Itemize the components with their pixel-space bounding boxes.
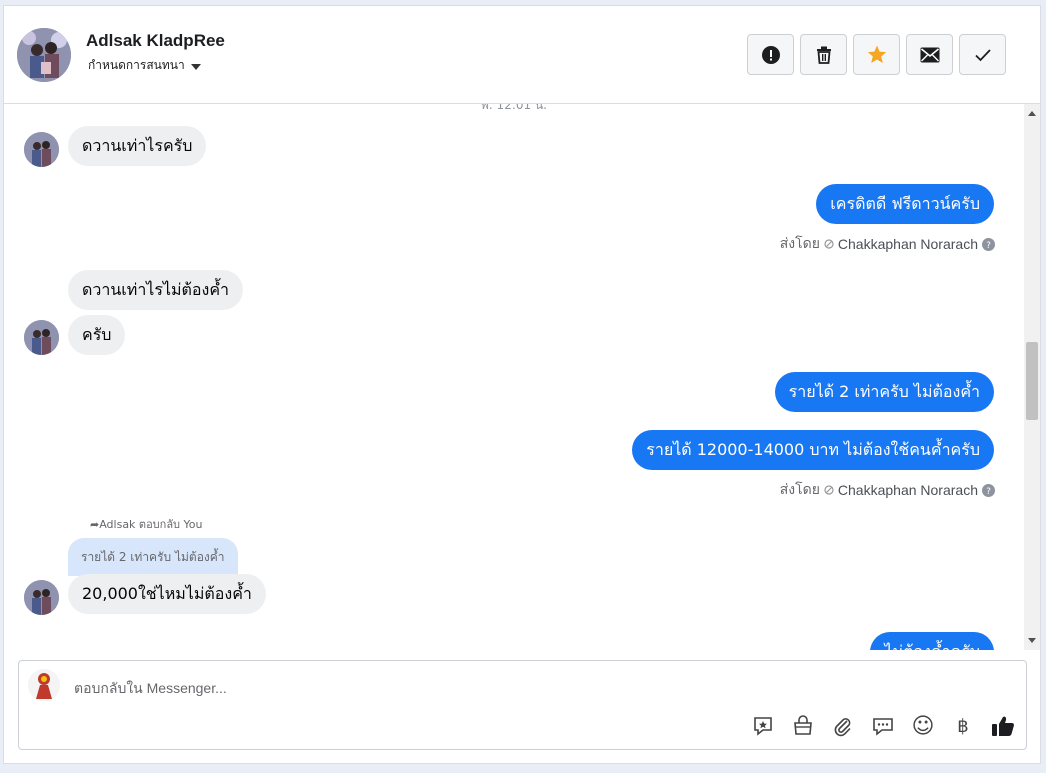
page-avatar: [28, 669, 60, 701]
sent-by-prefix: ส่งโดย: [779, 235, 820, 251]
message-incoming[interactable]: ดวานเท่าไรครับ: [68, 126, 207, 166]
message-incoming[interactable]: ดวานเท่าไรไม่ต้องค้ำ: [68, 270, 244, 310]
sent-by-label: ส่งโดย Chakkaphan Norarach ?: [780, 233, 995, 255]
message-outgoing[interactable]: รายได้ 12000-14000 บาท ไม่ต้องใช้คนค้ำคร…: [632, 430, 994, 470]
reply-input[interactable]: ตอบกลับใน Messenger...: [74, 678, 227, 700]
envelope-icon: [920, 47, 939, 62]
contact-avatar-small: [24, 320, 59, 355]
reply-note: ➦Adlsak ตอบกลับ You: [90, 518, 203, 531]
mark-done-button[interactable]: [959, 34, 1006, 75]
saved-reply-icon[interactable]: [870, 713, 896, 739]
conversation-settings-dropdown[interactable]: กำหนดการสนทนา: [88, 56, 201, 75]
composer-tools: ☺ ฿: [750, 713, 1016, 739]
contact-avatar-small: [24, 580, 59, 615]
baht-icon[interactable]: ฿: [950, 713, 976, 739]
message-outgoing[interactable]: เครดิตดี ฟรีดาวน์ครับ: [816, 184, 994, 224]
conversation-settings-label: กำหนดการสนทนา: [88, 58, 185, 72]
help-icon[interactable]: ?: [982, 483, 995, 497]
emoji-icon[interactable]: ☺: [910, 713, 936, 739]
like-icon[interactable]: [990, 713, 1016, 739]
help-icon[interactable]: ?: [982, 237, 995, 251]
scroll-down-arrow-icon[interactable]: [1028, 638, 1036, 643]
message-thread[interactable]: พ. 12:01 น. ดวานเท่าไรครับ เครดิตดี ฟรีด…: [4, 104, 1024, 650]
mark-unread-button[interactable]: [906, 34, 953, 75]
contact-name[interactable]: Adlsak KladpRee: [86, 31, 225, 51]
conversation-header: Adlsak KladpRee กำหนดการสนทนา: [4, 6, 1040, 104]
quoted-message[interactable]: รายได้ 2 เท่าครับ ไม่ต้องค้ำ: [68, 538, 238, 576]
chevron-down-icon: [190, 63, 201, 70]
attach-icon[interactable]: [830, 713, 856, 739]
sender-name[interactable]: Chakkaphan Norarach: [838, 236, 978, 252]
thread-timestamp: พ. 12:01 น.: [481, 104, 547, 112]
sent-by-label: ส่งโดย Chakkaphan Norarach ?: [780, 479, 995, 501]
message-outgoing[interactable]: รายได้ 2 เท่าครับ ไม่ต้องค้ำ: [774, 372, 994, 412]
star-icon: [867, 45, 886, 63]
message-incoming[interactable]: ครับ: [68, 315, 126, 355]
reply-arrow-icon: ➦: [90, 518, 100, 531]
thread-scrollbar[interactable]: [1024, 104, 1040, 650]
sent-by-prefix: ส่งโดย: [779, 481, 820, 497]
exclamation-icon: [761, 45, 780, 64]
mark-spam-button[interactable]: [747, 34, 794, 75]
contact-avatar[interactable]: [17, 28, 71, 82]
shop-icon[interactable]: [790, 713, 816, 739]
scroll-up-arrow-icon[interactable]: [1028, 111, 1036, 116]
svg-text:?: ?: [986, 241, 991, 251]
check-icon: [974, 48, 991, 61]
contact-avatar-small: [24, 132, 59, 167]
reply-composer[interactable]: ตอบกลับใน Messenger... ☺ ฿: [18, 660, 1027, 750]
trash-icon: [816, 46, 831, 64]
sticker-icon[interactable]: [750, 713, 776, 739]
sender-name[interactable]: Chakkaphan Norarach: [838, 482, 978, 498]
message-incoming[interactable]: 20,000ใช่ไหมไม่ต้องค้ำ: [68, 574, 266, 614]
svg-text:?: ?: [986, 487, 991, 497]
message-outgoing[interactable]: ไม่ต้องค้ำครับ: [870, 632, 994, 650]
scroll-thumb[interactable]: [1026, 342, 1038, 420]
no-entry-icon: [824, 239, 834, 249]
star-button[interactable]: [853, 34, 900, 75]
header-actions: [747, 34, 1006, 75]
no-entry-icon: [824, 485, 834, 495]
delete-button[interactable]: [800, 34, 847, 75]
conversation-panel: Adlsak KladpRee กำหนดการสนทนา พ. 12:01 น…: [3, 5, 1041, 764]
